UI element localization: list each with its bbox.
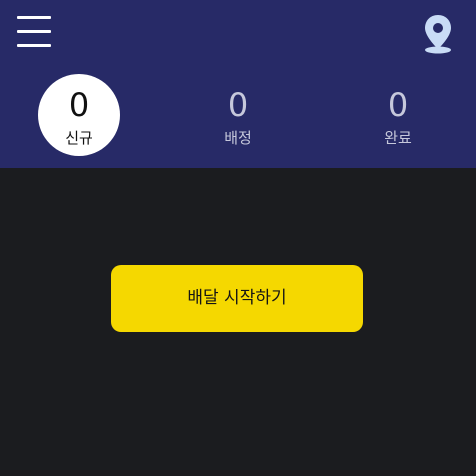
menu-bar-top <box>17 16 51 19</box>
counter-new-count: 0 <box>68 86 90 124</box>
location-pin-icon[interactable] <box>422 14 454 54</box>
counter-completed-count: 0 <box>387 86 409 124</box>
menu-bar-bottom <box>17 44 51 47</box>
counter-assigned-label: 배정 <box>224 129 252 147</box>
start-delivery-button[interactable]: 배달 시작하기 <box>111 265 363 332</box>
counter-assigned-count: 0 <box>227 86 249 124</box>
counter-completed-label: 완료 <box>384 129 412 147</box>
counter-new[interactable]: 0 신규 <box>38 74 120 156</box>
menu-icon[interactable] <box>17 14 51 48</box>
counter-assigned[interactable]: 0 배정 <box>197 74 279 156</box>
counter-completed[interactable]: 0 완료 <box>357 74 439 156</box>
top-header: 0 신규 0 배정 0 완료 <box>0 0 476 168</box>
map-pin-icon <box>425 15 451 54</box>
counter-new-label: 신규 <box>65 129 93 147</box>
menu-bar-middle <box>17 30 51 33</box>
